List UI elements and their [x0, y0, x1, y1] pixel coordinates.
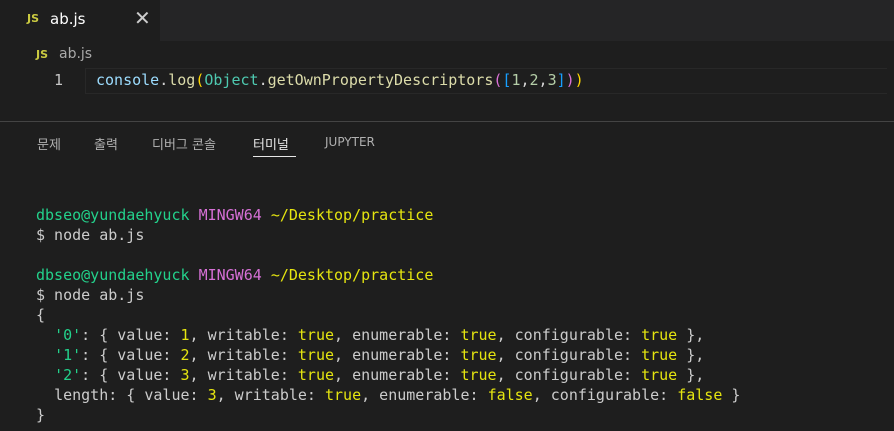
label-configurable: , configurable: — [496, 366, 642, 384]
row-value: 2 — [180, 346, 190, 364]
label-writable: , writable: — [189, 346, 298, 364]
row-writable: true — [297, 346, 335, 364]
row-end: }, — [677, 366, 705, 384]
breadcrumb-file[interactable]: ab.js — [59, 46, 92, 62]
prompt-env: MINGW64 — [198, 266, 262, 284]
token-number: 2 — [529, 71, 539, 89]
label-configurable: , configurable: — [496, 326, 642, 344]
label-value: value: — [144, 386, 208, 404]
terminal-blank — [36, 245, 740, 265]
tab-label: ab.js — [50, 10, 86, 28]
label-configurable: , configurable: — [496, 346, 642, 364]
code-line-1[interactable]: 1 console.log(Object.getOwnPropertyDescr… — [0, 68, 894, 94]
tab-debug-console[interactable]: 디버그 콘솔 — [152, 134, 216, 153]
label-value: value: — [117, 366, 181, 384]
token-comma: , — [520, 71, 530, 89]
tab-jupyter[interactable]: JUPYTER — [325, 135, 375, 149]
row-writable: true — [297, 366, 335, 384]
terminal-command: $ node ab.js — [36, 226, 145, 244]
terminal-output[interactable]: dbseo@yundaehyuck MINGW64 ~/Desktop/prac… — [36, 205, 740, 425]
row-end: }, — [677, 346, 705, 364]
label-writable: , writable: — [189, 366, 298, 384]
row-key: '0' — [54, 326, 82, 344]
tab-problems[interactable]: 문제 — [37, 134, 61, 153]
tab-terminal[interactable]: 터미널 — [253, 134, 289, 153]
row-writable: true — [325, 386, 362, 404]
prompt-path: ~/Desktop/practice — [270, 266, 434, 284]
prompt-user: dbseo@yundaehyuck — [36, 266, 190, 284]
token-comma: , — [538, 71, 548, 89]
output-open-brace: { — [36, 306, 46, 324]
panel-divider — [0, 121, 894, 122]
label-configurable: , configurable: — [532, 386, 678, 404]
row-end: } — [722, 386, 741, 404]
label-value: value: — [117, 326, 181, 344]
row-configurable: true — [641, 366, 678, 384]
token-object: Object — [204, 71, 259, 89]
tab-ab-js[interactable]: JS ab.js ✕ — [0, 0, 160, 41]
prompt-user: dbseo@yundaehyuck — [36, 206, 190, 224]
output-close-brace: } — [36, 406, 46, 424]
javascript-file-icon: JS — [36, 48, 49, 61]
row-key: length — [54, 386, 109, 404]
label-enumerable: , enumerable: — [361, 386, 488, 404]
row-value: 3 — [207, 386, 217, 404]
row-value: 3 — [180, 366, 190, 384]
editor-tab-bar: JS ab.js ✕ — [0, 0, 894, 41]
token-method: getOwnPropertyDescriptors — [267, 71, 494, 89]
output-row: '2': { value: 3, writable: true, enumera… — [54, 366, 705, 384]
row-enumerable: true — [460, 346, 497, 364]
token-paren: ) — [574, 71, 584, 89]
active-tab-indicator — [253, 156, 296, 157]
label-value: value: — [117, 346, 181, 364]
token-number: 3 — [547, 71, 557, 89]
close-icon[interactable]: ✕ — [134, 6, 151, 30]
output-row: '0': { value: 1, writable: true, enumera… — [54, 326, 705, 344]
row-configurable: true — [641, 346, 678, 364]
javascript-file-icon: JS — [27, 12, 40, 25]
terminal-command: $ node ab.js — [36, 286, 145, 304]
row-configurable: false — [677, 386, 723, 404]
row-enumerable: true — [460, 326, 497, 344]
row-enumerable: false — [487, 386, 533, 404]
token-dot: . — [159, 71, 169, 89]
row-key: '2' — [54, 366, 82, 384]
terminal-prompt: dbseo@yundaehyuck MINGW64 ~/Desktop/prac… — [36, 205, 740, 225]
token-paren: ) — [565, 71, 575, 89]
row-value: 1 — [180, 326, 190, 344]
token-log: log — [168, 71, 196, 89]
row-enumerable: true — [460, 366, 497, 384]
row-end: }, — [677, 326, 705, 344]
prompt-path: ~/Desktop/practice — [270, 206, 434, 224]
label-writable: , writable: — [189, 326, 298, 344]
row-writable: true — [297, 326, 335, 344]
row-key: '1' — [54, 346, 82, 364]
breadcrumb: JS ab.js — [0, 41, 894, 67]
token-bracket: ] — [556, 71, 566, 89]
output-row: length: { value: 3, writable: true, enum… — [54, 386, 741, 404]
label-writable: , writable: — [216, 386, 325, 404]
terminal-prompt: dbseo@yundaehyuck MINGW64 ~/Desktop/prac… — [36, 265, 740, 285]
tab-output[interactable]: 출력 — [94, 134, 118, 153]
prompt-env: MINGW64 — [198, 206, 262, 224]
label-enumerable: , enumerable: — [334, 326, 461, 344]
label-enumerable: , enumerable: — [334, 366, 461, 384]
token-dot: . — [258, 71, 268, 89]
label-enumerable: , enumerable: — [334, 346, 461, 364]
output-row: '1': { value: 2, writable: true, enumera… — [54, 346, 705, 364]
token-console: console — [96, 71, 160, 89]
line-number: 1 — [54, 71, 64, 89]
code-text[interactable]: console.log(Object.getOwnPropertyDescrip… — [96, 71, 584, 90]
row-configurable: true — [641, 326, 678, 344]
